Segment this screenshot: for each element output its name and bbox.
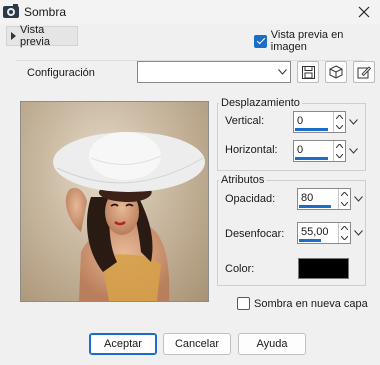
help-button-label: Ayuda xyxy=(256,338,288,350)
preview-on-image-label: Vista previa en imagen xyxy=(270,29,344,53)
blur-spin-buttons[interactable] xyxy=(338,223,350,243)
close-icon xyxy=(358,6,370,18)
expand-arrow-icon xyxy=(11,32,16,40)
offset-group-title: Desplazamiento xyxy=(219,97,302,109)
ok-button-label: Aceptar xyxy=(104,338,142,350)
cancel-button-label: Cancelar xyxy=(174,338,220,350)
reset-preset-icon xyxy=(329,65,343,79)
shadow-color-swatch[interactable] xyxy=(298,258,349,279)
manage-presets-button[interactable] xyxy=(353,61,375,83)
horizontal-slider-fill xyxy=(295,157,328,160)
dialog-body: Vista previa Vista previa en imagen Conf… xyxy=(0,24,380,365)
opacity-slider-fill xyxy=(299,205,331,208)
horizontal-dropdown-icon[interactable] xyxy=(348,140,358,162)
window-title: Sombra xyxy=(24,5,67,19)
preview-toggle-label: Vista previa xyxy=(20,24,50,48)
vertical-spin-buttons[interactable] xyxy=(333,112,345,132)
opacity-dropdown-icon[interactable] xyxy=(353,188,363,210)
spin-down-icon[interactable] xyxy=(339,233,350,243)
spin-up-icon[interactable] xyxy=(339,189,350,199)
shadow-new-layer-label: Sombra en nueva capa xyxy=(254,297,368,310)
shadow-new-layer-checkbox[interactable] xyxy=(237,297,250,310)
blur-label: Desenfocar: xyxy=(225,228,285,240)
save-preset-icon xyxy=(301,65,315,79)
attributes-group-title: Atributos xyxy=(219,174,267,186)
ok-button[interactable]: Aceptar xyxy=(89,333,157,355)
configuration-label: Configuración xyxy=(27,67,95,79)
shadow-new-layer-option[interactable]: Sombra en nueva capa xyxy=(237,297,368,310)
preset-combo[interactable] xyxy=(137,61,291,83)
preview-image[interactable] xyxy=(20,101,209,302)
manage-presets-icon xyxy=(357,66,371,79)
save-preset-button[interactable] xyxy=(297,61,319,83)
paint-app-icon xyxy=(3,4,19,19)
chevron-down-icon xyxy=(276,66,288,78)
color-label: Color: xyxy=(225,263,255,275)
blur-spinner[interactable]: 55,00 xyxy=(297,222,351,244)
spin-down-icon[interactable] xyxy=(334,122,345,132)
horizontal-value: 0 xyxy=(297,144,304,156)
cancel-button[interactable]: Cancelar xyxy=(163,333,231,355)
spin-up-icon[interactable] xyxy=(334,112,345,122)
horizontal-spinner[interactable]: 0 xyxy=(293,140,346,162)
help-button[interactable]: Ayuda xyxy=(238,333,306,355)
blur-value: 55,00 xyxy=(301,226,329,238)
spin-down-icon[interactable] xyxy=(339,199,350,209)
opacity-spin-buttons[interactable] xyxy=(338,189,350,209)
vertical-label: Vertical: xyxy=(225,115,265,127)
spin-up-icon[interactable] xyxy=(339,223,350,233)
close-button[interactable] xyxy=(352,2,376,22)
opacity-value: 80 xyxy=(301,192,314,204)
preview-toggle[interactable]: Vista previa xyxy=(6,24,78,48)
preview-on-image-option[interactable]: Vista previa en imagen xyxy=(254,29,380,53)
blur-dropdown-icon[interactable] xyxy=(353,222,363,244)
horizontal-spin-buttons[interactable] xyxy=(333,141,345,161)
vertical-value: 0 xyxy=(297,115,304,127)
spin-up-icon[interactable] xyxy=(334,141,345,151)
spin-down-icon[interactable] xyxy=(334,151,345,161)
title-bar: Sombra xyxy=(0,0,380,24)
horizontal-label: Horizontal: xyxy=(225,144,278,156)
opacity-label: Opacidad: xyxy=(225,193,276,205)
vertical-dropdown-icon[interactable] xyxy=(348,111,358,133)
preview-on-image-checkbox[interactable] xyxy=(254,34,267,48)
vertical-slider-fill xyxy=(295,128,328,131)
opacity-spinner[interactable]: 80 xyxy=(297,188,351,210)
reset-preset-button[interactable] xyxy=(325,61,347,83)
blur-slider-fill xyxy=(299,239,321,242)
vertical-spinner[interactable]: 0 xyxy=(293,111,346,133)
